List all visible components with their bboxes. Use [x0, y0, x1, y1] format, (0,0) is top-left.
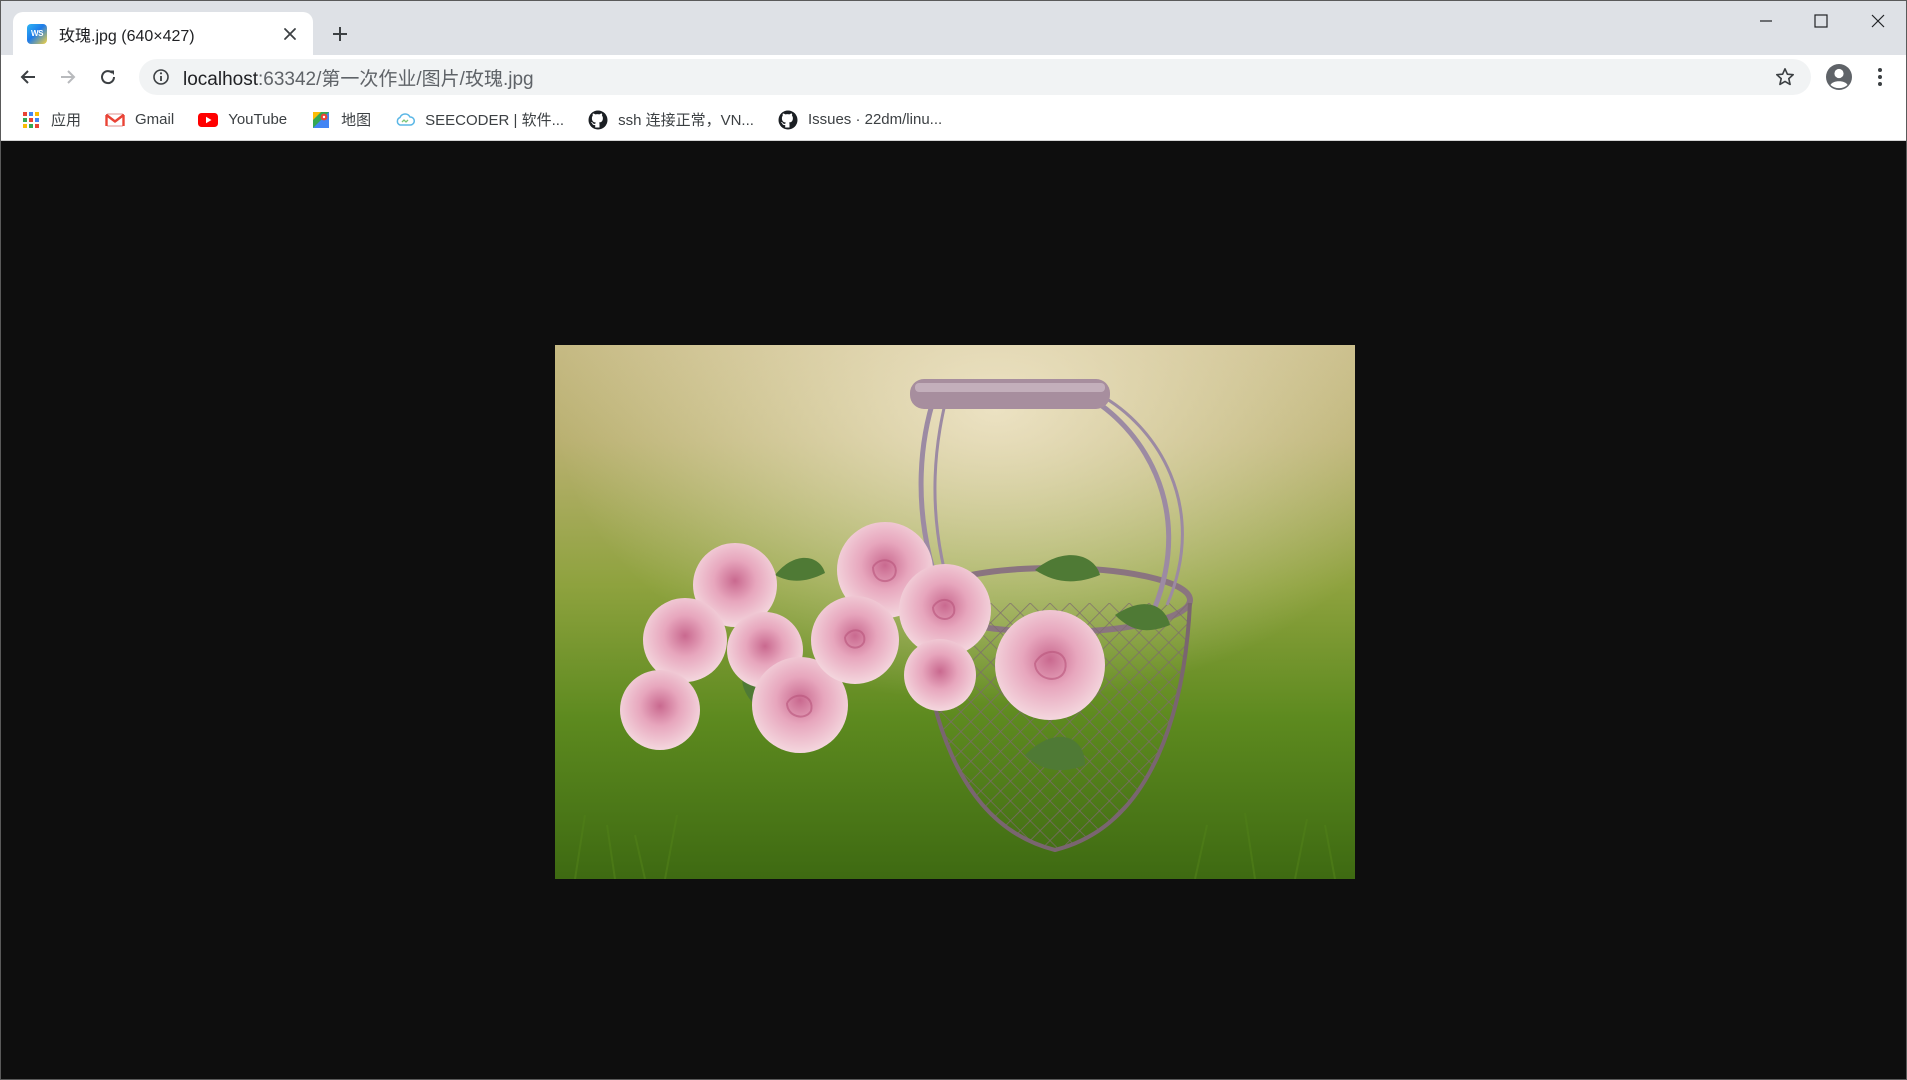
arrow-left-icon: [20, 70, 35, 84]
url-host: localhost: [183, 68, 258, 90]
bookmark-label: 应用: [51, 112, 82, 129]
kebab-menu-icon: [1878, 68, 1882, 86]
bookmark-label: 地图: [341, 112, 372, 129]
url-text[interactable]: localhost:63342/第一次作业/图片/玫瑰.jpg: [183, 64, 1771, 91]
bookmark-label: ssh 连接正常，VN...: [618, 112, 754, 129]
profile-button[interactable]: [1823, 61, 1855, 93]
bookmark-seecoder[interactable]: SEECODER | 软件...: [393, 104, 572, 136]
arrow-right-icon: [61, 70, 76, 84]
bookmark-star-icon[interactable]: [1771, 63, 1799, 91]
github-icon: [588, 110, 608, 130]
plus-icon: [333, 27, 347, 41]
bookmark-gmail[interactable]: Gmail: [103, 104, 182, 136]
active-tab[interactable]: WS 玫瑰.jpg (640×427): [13, 12, 313, 55]
url-path: :63342/第一次作业/图片/玫瑰.jpg: [258, 68, 534, 90]
bookmark-apps[interactable]: 应用: [19, 104, 89, 136]
tab-title: 玫瑰.jpg (640×427): [59, 27, 195, 45]
youtube-icon: [198, 110, 219, 130]
minimize-button[interactable]: [1737, 1, 1795, 41]
new-tab-button[interactable]: [325, 19, 355, 49]
apps-grid-icon: [21, 110, 41, 130]
bookmarks-bar: 应用 Gmail YouTube 地图 SEECODER | 软件... ssh…: [1, 99, 1906, 141]
seecoder-icon: [395, 110, 416, 130]
reload-icon: [101, 70, 116, 85]
bookmark-issues[interactable]: Issues · 22dm/linu...: [776, 104, 950, 136]
close-window-icon: [1871, 14, 1885, 28]
bookmark-label: SEECODER | 软件...: [425, 112, 565, 129]
maps-icon: [311, 110, 331, 130]
github-icon: [778, 110, 798, 130]
reload-button[interactable]: [91, 60, 125, 94]
tab-strip: WS 玫瑰.jpg (640×427): [1, 1, 1906, 55]
account-icon: [1826, 64, 1852, 90]
address-bar[interactable]: localhost:63342/第一次作业/图片/玫瑰.jpg: [139, 59, 1811, 95]
maximize-button[interactable]: [1792, 1, 1850, 41]
webstorm-icon: WS: [27, 23, 47, 44]
browser-menu-button[interactable]: [1867, 61, 1893, 93]
browser-window: WS 玫瑰.jpg (640×427) localhost:63342/第一次作…: [0, 0, 1907, 1080]
close-window-button[interactable]: [1849, 1, 1906, 41]
maximize-icon: [1814, 14, 1828, 28]
close-icon: [284, 27, 296, 40]
back-button[interactable]: [11, 60, 45, 94]
bookmark-maps[interactable]: 地图: [309, 104, 379, 136]
bookmark-youtube[interactable]: YouTube: [196, 104, 295, 136]
image-viewer: [1, 141, 1906, 1079]
info-icon[interactable]: [151, 67, 171, 87]
minimize-icon: [1760, 20, 1772, 22]
bookmark-label: Gmail: [135, 111, 175, 128]
gmail-icon: [105, 110, 125, 130]
rose-basket-picture: [555, 345, 1355, 879]
bookmark-ssh-issue[interactable]: ssh 连接正常，VN...: [586, 104, 762, 136]
browser-toolbar: localhost:63342/第一次作业/图片/玫瑰.jpg: [1, 55, 1906, 99]
bookmark-label: Issues · 22dm/linu...: [807, 111, 943, 128]
forward-button[interactable]: [51, 60, 85, 94]
bookmark-label: YouTube: [228, 111, 288, 128]
rose-basket-image[interactable]: [555, 345, 1355, 879]
close-tab-button[interactable]: [279, 23, 301, 45]
